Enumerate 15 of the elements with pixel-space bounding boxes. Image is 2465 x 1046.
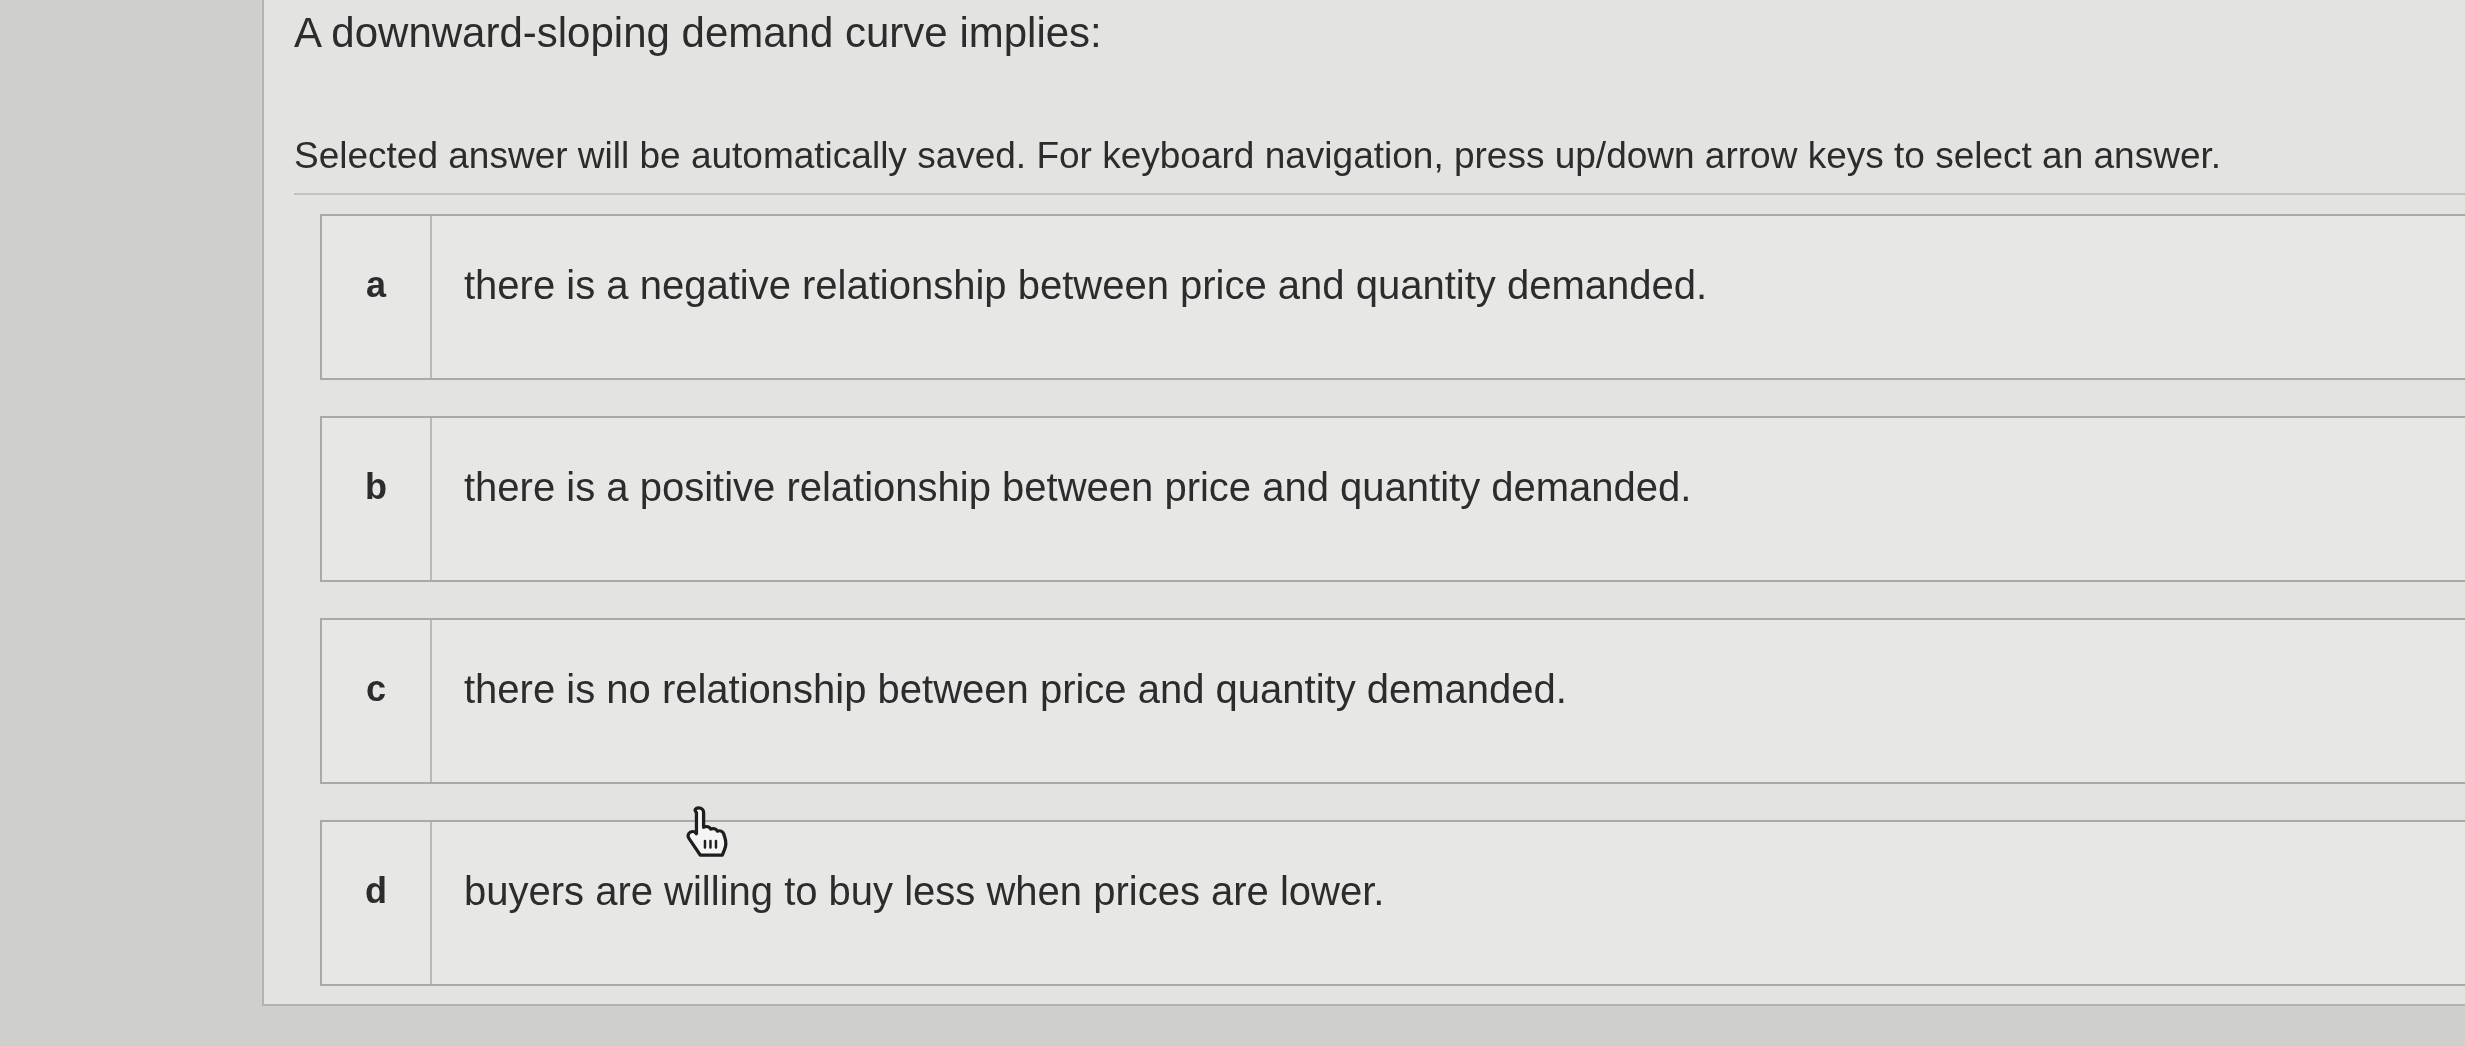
option-text: there is a positive relationship between price and quantity demanded. [464, 463, 1692, 510]
option-letter: c [322, 619, 432, 782]
option-text: there is no relationship between price and quantity demanded. [464, 665, 1567, 712]
answer-option[interactable]: b there is a positive relationship between price and quantity demanded. [320, 415, 2465, 582]
answer-option[interactable]: c there is no relationship between price and quantity demanded. [320, 617, 2465, 784]
answer-option[interactable]: d buyers are willing to buy less when prices are lower. [320, 819, 2465, 986]
option-text: there is a negative relationship between price and quantity demanded. [464, 261, 1708, 308]
instruction-text: Selected answer will be automatically saved. For keyboard navigation, press up/down arrow keys to select an answer. [294, 134, 2222, 179]
option-text: buyers are willing to buy less when prices are lower. [464, 867, 1385, 914]
option-letter: a [322, 215, 432, 378]
option-letter: d [322, 821, 432, 984]
hand-cursor-icon [686, 806, 730, 858]
answer-option[interactable]: a there is a negative relationship between price and quantity demanded. [320, 213, 2465, 380]
question-title: A downward-sloping demand curve implies: [294, 8, 1102, 58]
option-letter: b [322, 417, 432, 580]
